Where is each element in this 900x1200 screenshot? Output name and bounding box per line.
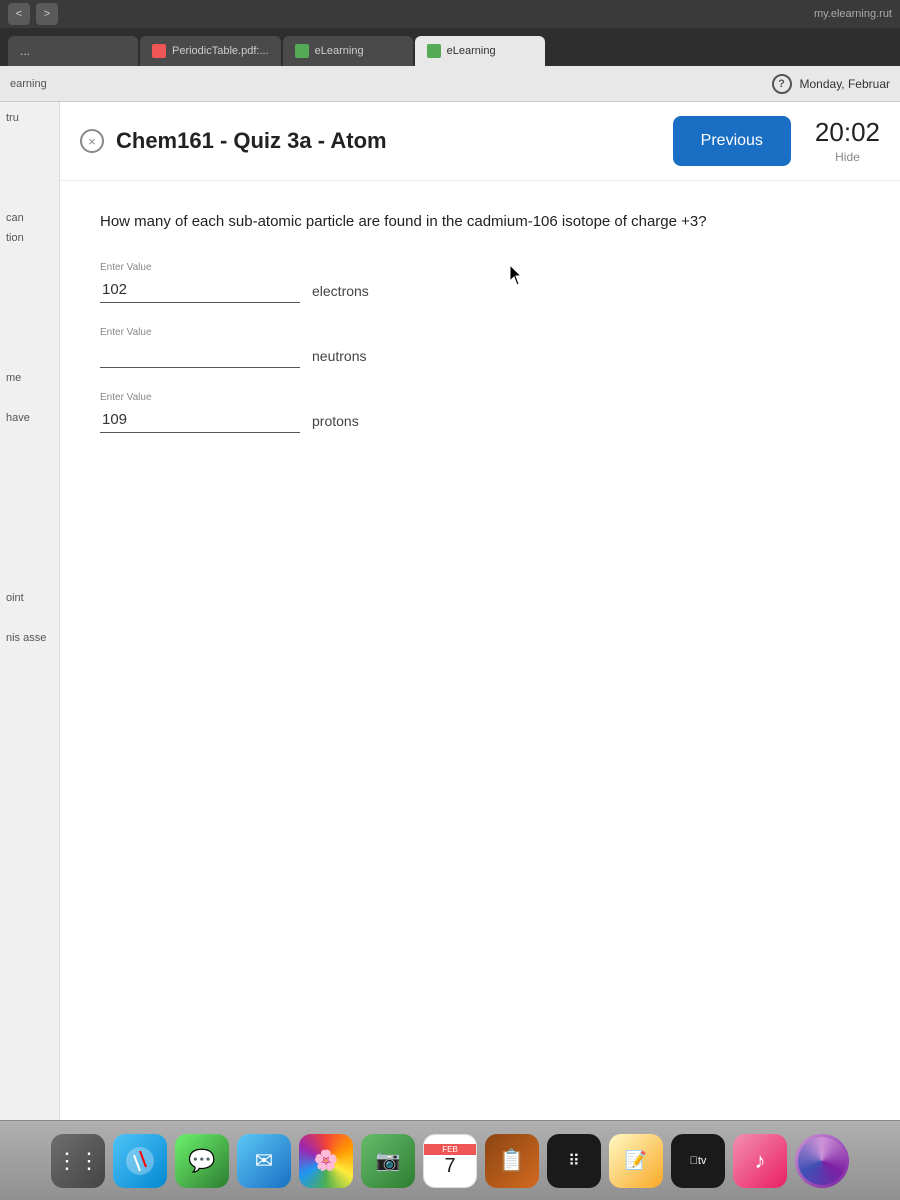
calendar-month: FEB: [424, 1144, 476, 1155]
browser-topbar: < > my.elearning.rut: [0, 0, 900, 28]
tab-bar: ... PeriodicTable.pdf:... eLearning eLea…: [0, 28, 900, 66]
dock-messages[interactable]: 💬: [175, 1134, 229, 1188]
dock-calendar[interactable]: FEB 7: [423, 1134, 477, 1188]
mail-icon: ✉: [255, 1148, 273, 1174]
dock-notes[interactable]: 📝: [609, 1134, 663, 1188]
quiz-title: Chem161 - Quiz 3a - Atom: [116, 128, 661, 154]
neutrons-input[interactable]: [100, 342, 300, 368]
sidebar-item-tion: tion: [6, 232, 53, 244]
sidebar-item-oint: oint: [6, 592, 53, 604]
dots-icon: ⠿: [568, 1151, 580, 1171]
tab-blank[interactable]: ...: [8, 36, 138, 66]
electrons-input[interactable]: [100, 277, 300, 303]
sidebar: tru can tion me have oint nis asse: [0, 102, 60, 1120]
close-button[interactable]: ×: [80, 129, 104, 153]
sidebar-item-me: me: [6, 372, 53, 384]
tab-elearning1-label: eLearning: [315, 45, 364, 57]
appletv-icon: tv: [690, 1155, 707, 1167]
protons-particle-label: protons: [312, 413, 359, 433]
help-badge[interactable]: ?: [772, 74, 792, 94]
main-content: tru can tion me have oint nis asse × Che…: [0, 102, 900, 1120]
dock-launchpad[interactable]: ⋮⋮: [51, 1134, 105, 1188]
calendar-day: 7: [444, 1155, 455, 1178]
protons-input[interactable]: [100, 407, 300, 433]
music-icon: ♪: [755, 1148, 766, 1174]
timer-display: 20:02: [815, 117, 880, 148]
tab-periodic-label: PeriodicTable.pdf:...: [172, 45, 269, 57]
electrons-particle-label: electrons: [312, 283, 369, 303]
facetime-icon: 📷: [376, 1148, 401, 1173]
neutrons-input-group: Enter Value: [100, 327, 300, 368]
dock-dots[interactable]: ⠿: [547, 1134, 601, 1188]
neutrons-row: Enter Value neutrons: [100, 327, 860, 368]
wood-icon: 📋: [498, 1148, 525, 1174]
tab-elearning1[interactable]: eLearning: [283, 36, 413, 66]
address-bar: earning ? Monday, Februar: [0, 66, 900, 102]
tab-elearning2-label: eLearning: [447, 45, 496, 57]
dock-photos[interactable]: 🌸: [299, 1134, 353, 1188]
hide-timer-button[interactable]: Hide: [835, 150, 860, 164]
notes-icon: 📝: [625, 1150, 647, 1171]
messages-icon: 💬: [188, 1148, 215, 1174]
dock: ⋮⋮ 💬 ✉ 🌸 📷 FEB 7 📋 ⠿ 📝: [0, 1120, 900, 1200]
close-icon: ×: [88, 134, 96, 149]
electrons-label: Enter Value: [100, 262, 300, 273]
protons-row: Enter Value protons: [100, 392, 860, 433]
quiz-header: × Chem161 - Quiz 3a - Atom Previous 20:0…: [60, 102, 900, 181]
sidebar-item-tru: tru: [6, 112, 53, 124]
tab-elearning1-icon: [295, 44, 309, 58]
dock-safari[interactable]: [113, 1134, 167, 1188]
address-text: earning: [10, 78, 764, 90]
calendar-inner: FEB 7: [424, 1144, 476, 1178]
electrons-input-group: Enter Value: [100, 262, 300, 303]
photos-icon: 🌸: [314, 1148, 339, 1173]
tab-elearning2-icon: [427, 44, 441, 58]
launchpad-icon: ⋮⋮: [56, 1150, 100, 1172]
tab-elearning2[interactable]: eLearning: [415, 36, 545, 66]
dock-wood[interactable]: 📋: [485, 1134, 539, 1188]
dock-siri[interactable]: [795, 1134, 849, 1188]
dock-facetime[interactable]: 📷: [361, 1134, 415, 1188]
neutrons-label: Enter Value: [100, 327, 300, 338]
sidebar-item-have: have: [6, 412, 53, 424]
nav-forward-button[interactable]: >: [36, 3, 58, 25]
tab-periodic-icon: [152, 44, 166, 58]
neutrons-particle-label: neutrons: [312, 348, 366, 368]
dock-appletv[interactable]: tv: [671, 1134, 725, 1188]
domain-text: my.elearning.rut: [814, 8, 892, 20]
dock-mail[interactable]: ✉: [237, 1134, 291, 1188]
help-badge-label: ?: [778, 78, 785, 90]
quiz-body: How many of each sub-atomic particle are…: [60, 181, 900, 487]
date-text: Monday, Februar: [800, 77, 891, 91]
safari-icon: [124, 1145, 156, 1177]
nav-back-button[interactable]: <: [8, 3, 30, 25]
sidebar-item-asse: nis asse: [6, 632, 53, 644]
tab-blank-label: ...: [20, 44, 30, 58]
previous-button[interactable]: Previous: [673, 116, 791, 166]
protons-input-group: Enter Value: [100, 392, 300, 433]
quiz-area: × Chem161 - Quiz 3a - Atom Previous 20:0…: [60, 102, 900, 1120]
sidebar-item-can: can: [6, 212, 53, 224]
protons-label: Enter Value: [100, 392, 300, 403]
siri-icon: [798, 1137, 846, 1185]
question-text: How many of each sub-atomic particle are…: [100, 211, 860, 234]
timer-area: 20:02 Hide: [815, 117, 880, 166]
tab-periodic[interactable]: PeriodicTable.pdf:...: [140, 36, 281, 66]
dock-music[interactable]: ♪: [733, 1134, 787, 1188]
electrons-row: Enter Value electrons: [100, 262, 860, 303]
